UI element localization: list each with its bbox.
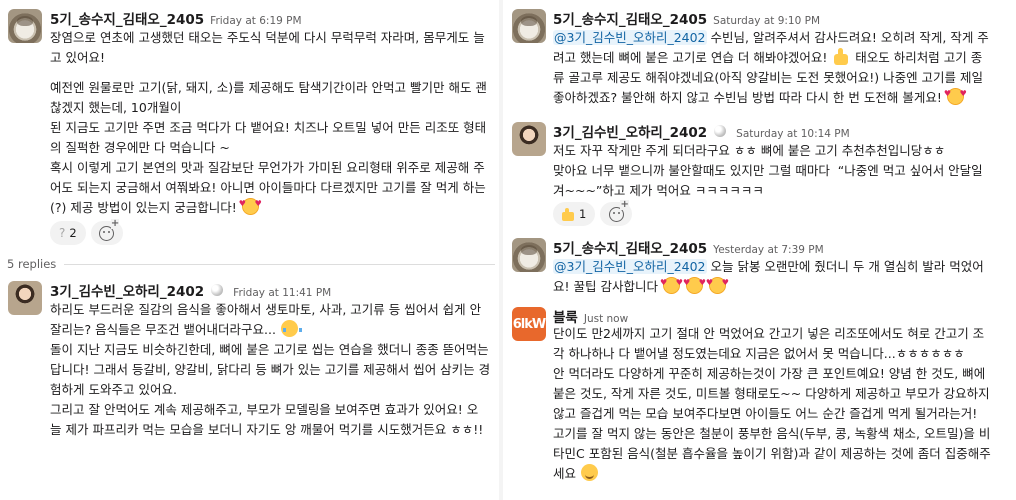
- message-line: 예전엔 원물로만 고기(닭, 돼지, 소)를 제공해도 탐색기간이라 안먹고 빨…: [50, 80, 487, 95]
- message-body: @3기_김수빈_오하리_2402 오늘 닭봉 오랜만에 줬더니 두 개 열심히 …: [553, 257, 1013, 297]
- message-line: 좋아하겠죠? 불안해 하지 않고 수빈님 방법 따라 다시 한 번 도전해 볼게…: [553, 84, 1013, 108]
- status-emoji-icon: [211, 284, 224, 296]
- author-name[interactable]: 5기_송수지_김태오_2405: [50, 8, 204, 28]
- smiling-face-with-hearts-icon: [706, 273, 729, 294]
- message-line: 장염으로 연초에 고생했던 태오는 주도식 덕분에 다시 무럭무럭 자라며, 몸…: [50, 30, 485, 45]
- reaction-bar: ? 2: [50, 218, 123, 245]
- message-line: 잘리는? 음식들은 무조건 뱉어내더라구요...: [50, 320, 495, 340]
- message-reply[interactable]: 6lkW 블룩 Just now 단이도 만2세까지 고기 절대 안 먹었어요 …: [505, 302, 1016, 500]
- message-line: 답니다! 그래서 등갈비, 양갈비, 닭다리 등 뼈가 있는 고기를 제공해서 …: [50, 362, 491, 377]
- relieved-face-icon: [581, 464, 598, 481]
- message-line: [50, 68, 495, 78]
- message-reply[interactable]: 3기_김수빈_오하리_2402 Saturday at 10:14 PM 저도 …: [505, 116, 1016, 232]
- sob-icon: [280, 320, 302, 337]
- timestamp[interactable]: Saturday at 9:10 PM: [713, 15, 820, 27]
- author-name[interactable]: 3기_김수빈_오하리_2402: [553, 121, 707, 141]
- avatar-logo: 6lkW: [512, 316, 546, 332]
- message-reply[interactable]: 5기_송수지_김태오_2405 Saturday at 9:10 PM @3기_…: [505, 0, 1016, 116]
- author-name[interactable]: 3기_김수빈_오하리_2402: [50, 280, 204, 300]
- message-line: 혹시 이렇게 고기 본연의 맛과 질감보단 무언가가 가미된 요리형태 위주로 …: [50, 160, 485, 175]
- message-body: 단이도 만2세까지 고기 절대 안 먹었어요 간고기 넣은 리조또에서도 혀로 …: [553, 324, 1013, 484]
- message-body: 하리도 부드러운 질감의 음식을 좋아해서 생토마토, 사과, 고기류 등 씹어…: [50, 300, 495, 440]
- reaction-count: 2: [69, 226, 77, 240]
- grey-question-icon: ?: [59, 226, 66, 240]
- message-line: 맞아요 너무 뱉으니까 불안할때도 있지만 그럴 때마다 “나중엔 먹고 싶어서…: [553, 163, 983, 178]
- avatar[interactable]: [8, 9, 42, 43]
- message-line: 겨~~~”하고 제가 먹어요 ㅋㅋㅋㅋㅋㅋ: [553, 183, 764, 198]
- message-line: 의 질퍽한 경우에만 다 먹습니다 ~: [50, 140, 230, 155]
- smiling-face-with-hearts-icon: [944, 84, 967, 105]
- message-line: 각 하나하나 다 뱉어낼 정도였는데요 지금은 없어서 못 먹습니다...ㅎㅎㅎ…: [553, 346, 965, 361]
- reaction-bar: 1: [553, 199, 633, 226]
- add-emoji-icon: [608, 199, 629, 222]
- smiling-face-with-hearts-icon: [683, 273, 706, 294]
- message-line: 돌이 지난 지금도 비슷하긴한데, 뼈에 붙은 고기로 씹는 연습을 했더니 종…: [50, 342, 489, 357]
- timestamp[interactable]: Friday at 11:41 PM: [233, 287, 331, 299]
- status-emoji-icon: [714, 125, 727, 137]
- message-body: 장염으로 연초에 고생했던 태오는 주도식 덕분에 다시 무럭무럭 자라며, 몸…: [50, 28, 495, 218]
- add-reaction-button[interactable]: [90, 218, 123, 245]
- message-reply[interactable]: 5기_송수지_김태오_2405 Yesterday at 7:39 PM @3기…: [505, 232, 1016, 304]
- author-name[interactable]: 블룩: [553, 306, 578, 326]
- avatar[interactable]: 6lkW: [512, 307, 546, 341]
- smiling-face-with-hearts-icon: [660, 273, 683, 294]
- add-emoji-icon: [99, 218, 120, 241]
- message-body: @3기_김수빈_오하리_2402 수빈님, 알려주셔서 감사드려요! 오히려 작…: [553, 28, 1013, 108]
- user-mention[interactable]: @3기_김수빈_오하리_2402: [553, 259, 707, 274]
- message-line: 단이도 만2세까지 고기 절대 안 먹었어요 간고기 넣은 리조또에서도 혀로 …: [553, 326, 985, 341]
- avatar[interactable]: [512, 238, 546, 272]
- message-reply[interactable]: 3기_김수빈_오하리_2402 Friday at 11:41 PM 하리도 부…: [0, 275, 497, 500]
- timestamp[interactable]: Friday at 6:19 PM: [210, 15, 301, 27]
- smiling-face-with-hearts-icon: [239, 194, 262, 215]
- message-line: 않고 즐겁게 먹는 모습 보여주다보면 아이들도 어느 순간 즐겁게 먹게 될거…: [553, 406, 978, 421]
- reaction-thumbs-up[interactable]: 1: [553, 202, 596, 226]
- message-line: 하리도 부드러운 질감의 음식을 좋아해서 생토마토, 사과, 고기류 등 씹어…: [50, 302, 482, 317]
- message-line: (?) 제공 방법이 있는지 궁금합니다!: [50, 194, 495, 218]
- thread-panel-right: 5기_송수지_김태오_2405 Saturday at 9:10 PM @3기_…: [505, 0, 1016, 500]
- message-line: 찮겠지 했는데, 10개월이: [50, 100, 182, 115]
- thread-panel-left: 5기_송수지_김태오_2405 Friday at 6:19 PM 장염으로 연…: [0, 0, 497, 500]
- message-line: 세요: [553, 464, 1013, 484]
- author-name[interactable]: 5기_송수지_김태오_2405: [553, 237, 707, 257]
- message-line: 안 먹더라도 다양하게 꾸준히 제공하는것이 가장 큰 포인트예요! 양념 한 …: [553, 366, 986, 381]
- add-reaction-button[interactable]: [600, 199, 633, 226]
- message-line: 고기를 잘 먹지 않는 동안은 철분이 풍부한 음식(두부, 콩, 녹황색 채소…: [553, 426, 991, 441]
- author-name[interactable]: 5기_송수지_김태오_2405: [553, 8, 707, 28]
- user-mention[interactable]: @3기_김수빈_오하리_2402: [553, 30, 707, 45]
- replies-count: 5 replies: [7, 257, 57, 271]
- avatar[interactable]: [512, 9, 546, 43]
- message-line: 타민C 포함된 음식(철분 흡수율을 높이기 위함)과 같이 제공하는 것에 좀…: [553, 446, 991, 461]
- panel-divider: [499, 0, 503, 500]
- message-line: 저도 자꾸 작게만 주게 되더라구요 ㅎㅎ 뼈에 붙은 고기 추천추천입니당ㅎㅎ: [553, 143, 946, 158]
- timestamp[interactable]: Saturday at 10:14 PM: [736, 128, 850, 140]
- message-line: 요! 꿀팁 감사합니다: [553, 273, 1013, 297]
- message-body: 저도 자꾸 작게만 주게 되더라구요 ㅎㅎ 뼈에 붙은 고기 추천추천입니당ㅎㅎ…: [553, 141, 1013, 201]
- thumbs-up-icon: [562, 207, 575, 221]
- message-line: 고 있어요!: [50, 50, 105, 65]
- avatar[interactable]: [8, 281, 42, 315]
- message-line: @3기_김수빈_오하리_2402 수빈님, 알려주셔서 감사드려요! 오히려 작…: [553, 30, 989, 45]
- message-line: @3기_김수빈_오하리_2402 오늘 닭봉 오랜만에 줬더니 두 개 열심히 …: [553, 259, 984, 274]
- message-line: 된 지금도 고기만 주면 조금 먹다가 다 뱉어요! 치즈나 오트밀 넣어 만든…: [50, 120, 487, 135]
- message-line: 붙은 것도, 작게 자른 것도, 미트볼 형태로도~~ 다양하게 제공하고 부모…: [553, 386, 990, 401]
- avatar[interactable]: [512, 122, 546, 156]
- thumbs-up-icon: [832, 48, 850, 65]
- message-line: 어도 되는지 궁금해서 여쭤봐요! 아니면 아이들마다 다르겠지만 고기를 잘 …: [50, 180, 486, 195]
- message-root[interactable]: 5기_송수지_김태오_2405 Friday at 6:19 PM 장염으로 연…: [0, 0, 497, 250]
- reaction-count: 1: [579, 207, 587, 221]
- message-line: 험하게 도와주고 있어요.: [50, 382, 177, 397]
- reaction-question[interactable]: ? 2: [50, 221, 86, 245]
- divider-line: [64, 263, 495, 265]
- message-line: 늘 제가 파프리카 먹는 모습을 보더니 자기도 앙 깨물어 먹기를 시도했거든…: [50, 422, 484, 437]
- message-line: 그리고 잘 안먹어도 계속 제공해주고, 부모가 모델링을 보여주면 효과가 있…: [50, 402, 479, 417]
- timestamp[interactable]: Yesterday at 7:39 PM: [713, 244, 824, 256]
- message-line: 려고 했는데 뼈에 붙은 고기로 연습 더 해봐야겠어요! 태오도 하리처럼 고…: [553, 48, 983, 65]
- replies-divider: 5 replies: [7, 257, 495, 271]
